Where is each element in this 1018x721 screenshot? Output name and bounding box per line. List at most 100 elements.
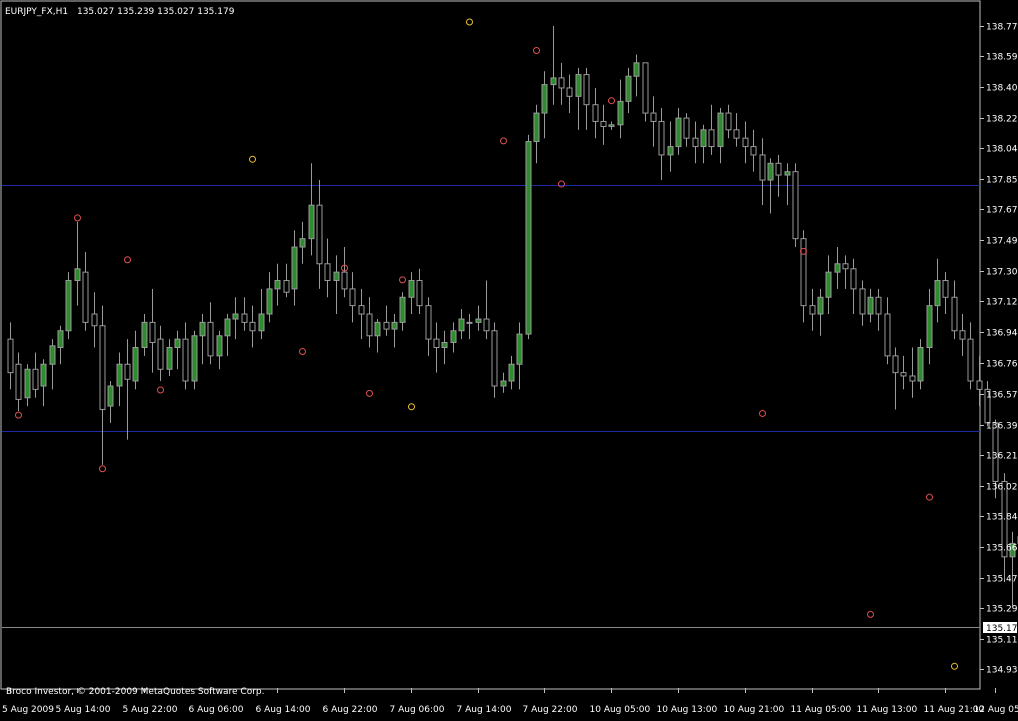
price-tick-label: 138.040	[986, 145, 1018, 155]
bear-candle	[901, 373, 906, 376]
bear-candle	[92, 314, 97, 326]
bull-candle	[526, 142, 531, 335]
bull-candle	[142, 322, 147, 347]
bear-candle	[83, 272, 88, 322]
bear-candle	[860, 289, 865, 314]
bull-candle	[768, 163, 773, 180]
time-tick-label: 11 Aug 05:00	[791, 705, 852, 715]
bull-candle	[267, 289, 272, 314]
bear-candle	[760, 155, 765, 180]
bull-candle	[517, 334, 522, 364]
bear-candle	[417, 281, 422, 306]
bear-candle	[559, 78, 564, 88]
copyright-label: Broco Investor, © 2001-2009 MetaQuotes S…	[6, 687, 265, 697]
current-price-label: 135.179	[986, 624, 1018, 634]
bull-candle	[41, 364, 46, 386]
price-tick-label: 136.210	[986, 452, 1018, 462]
bull-candle	[534, 113, 539, 141]
bear-candle	[643, 63, 648, 113]
bull-candle	[634, 63, 639, 76]
bull-candle	[576, 75, 581, 97]
bull-candle	[200, 322, 205, 335]
symbol-label: EURJPY_FX,H1	[5, 7, 68, 17]
candlestick-chart[interactable]: 138.770138.590138.405138.220138.040137.8…	[0, 0, 1018, 717]
bear-candle	[893, 356, 898, 373]
price-tick-label: 138.405	[986, 84, 1018, 94]
bull-candle	[66, 281, 71, 331]
bull-candle	[676, 118, 681, 146]
bull-candle	[400, 297, 405, 322]
bear-candle	[183, 339, 188, 381]
bull-candle	[409, 281, 414, 298]
bull-candle	[476, 319, 481, 322]
bear-candle	[584, 75, 589, 105]
bull-candle	[542, 85, 547, 113]
time-tick-label: 10 Aug 21:00	[724, 705, 785, 715]
bull-candle	[618, 101, 623, 124]
bull-candle	[375, 322, 380, 335]
bull-candle	[167, 348, 172, 370]
price-tick-label: 135.295	[986, 605, 1018, 615]
price-tick-label: 136.390	[986, 422, 1018, 432]
price-tick-label: 137.675	[986, 206, 1018, 216]
price-tick-label: 135.475	[986, 575, 1018, 585]
bull-candle	[918, 348, 923, 381]
price-tick-label: 137.305	[986, 268, 1018, 278]
time-tick-label: 5 Aug 14:00	[56, 705, 111, 715]
bear-candle	[743, 138, 748, 146]
price-tick-label: 135.845	[986, 513, 1018, 523]
bear-candle	[684, 118, 689, 138]
bear-candle	[33, 369, 38, 389]
bear-candle	[8, 339, 13, 372]
price-tick-label: 136.025	[986, 483, 1018, 493]
bull-candle	[133, 348, 138, 381]
ohlc-values: 135.027 135.239 135.027 135.179	[77, 7, 235, 17]
bull-candle	[509, 364, 514, 381]
bear-candle	[242, 314, 247, 322]
chart-window[interactable]: 138.770138.590138.405138.220138.040137.8…	[0, 0, 1018, 717]
bear-candle	[567, 88, 572, 96]
bear-candle	[810, 306, 815, 314]
bear-candle	[876, 297, 881, 314]
time-tick-label: 7 Aug 14:00	[457, 705, 512, 715]
bull-candle	[392, 322, 397, 329]
bear-candle	[384, 322, 389, 329]
bear-candle	[593, 105, 598, 122]
bull-candle	[217, 336, 222, 356]
bear-candle	[843, 264, 848, 269]
bull-candle	[292, 247, 297, 289]
bull-candle	[609, 125, 614, 127]
bull-candle	[935, 281, 940, 306]
bull-candle	[868, 297, 873, 314]
bear-candle	[150, 322, 155, 342]
bear-candle	[367, 314, 372, 336]
bull-candle	[233, 314, 238, 319]
bull-candle	[718, 113, 723, 146]
price-tick-label: 137.125	[986, 298, 1018, 308]
bull-candle	[192, 336, 197, 381]
bear-candle	[325, 264, 330, 281]
price-tick-label: 138.220	[986, 115, 1018, 125]
bear-candle	[776, 163, 781, 175]
bull-candle	[275, 281, 280, 289]
bear-candle	[968, 339, 973, 381]
bull-candle	[175, 339, 180, 347]
bear-candle	[726, 113, 731, 130]
time-tick-label: 11 Aug 13:00	[857, 705, 918, 715]
bear-candle	[734, 130, 739, 138]
time-tick-label: 10 Aug 05:00	[590, 705, 651, 715]
bear-candle	[284, 281, 289, 293]
bull-candle	[75, 269, 80, 281]
price-tick-label: 137.490	[986, 237, 1018, 247]
time-tick-label: 12 Aug 05:00	[974, 705, 1018, 715]
bull-candle	[451, 331, 456, 343]
bull-candle	[818, 297, 823, 314]
bear-candle	[426, 306, 431, 339]
time-tick-label: 6 Aug 06:00	[189, 705, 244, 715]
price-tick-label: 135.660	[986, 544, 1018, 554]
time-tick-label: 6 Aug 14:00	[256, 705, 311, 715]
bear-candle	[359, 306, 364, 314]
bear-candle	[434, 339, 439, 347]
bull-candle	[668, 147, 673, 155]
bull-candle	[551, 78, 556, 85]
